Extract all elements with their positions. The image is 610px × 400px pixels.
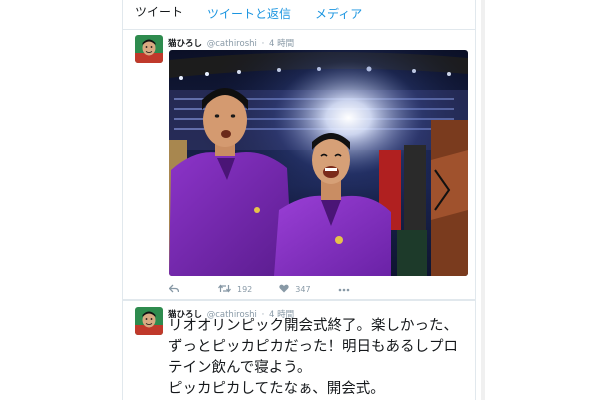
user-handle[interactable]: @cathiroshi xyxy=(207,39,257,49)
more-icon xyxy=(338,285,350,294)
like-icon xyxy=(279,284,289,295)
tweet-actions: 192 347 xyxy=(168,283,377,295)
reply-icon xyxy=(168,284,180,295)
display-name[interactable]: 猫ひろし xyxy=(168,39,202,49)
tab-tweets-and-replies[interactable]: ツイートと返信 xyxy=(207,5,301,29)
retweet-count: 192 xyxy=(237,284,253,294)
profile-timeline: ツイート ツイートと返信 メディア 猫ひろし @cathiroshi · 4 時… xyxy=(122,0,476,400)
page-divider xyxy=(481,0,485,400)
retweet-button[interactable]: 192 xyxy=(218,284,252,295)
retweet-icon xyxy=(218,284,231,295)
tab-media[interactable]: メディア xyxy=(315,5,372,29)
avatar[interactable] xyxy=(135,307,163,335)
tweet-photo[interactable] xyxy=(169,50,468,276)
separator: · xyxy=(261,39,265,49)
more-button[interactable] xyxy=(338,285,350,294)
profile-tabs: ツイート ツイートと返信 メディア xyxy=(123,0,475,30)
tweet-header: 猫ひろし @cathiroshi · 4 時間 xyxy=(168,37,294,49)
divider xyxy=(123,300,475,301)
like-button[interactable]: 347 xyxy=(279,284,311,295)
tab-tweets[interactable]: ツイート xyxy=(135,3,193,29)
tweet-timestamp[interactable]: 4 時間 xyxy=(269,39,294,49)
like-count: 347 xyxy=(295,284,311,294)
tweet-text: リオオリンピック開会式終了。楽しかった、ずっとピッカピカだった！明日もあるしプロ… xyxy=(168,318,458,397)
avatar[interactable] xyxy=(135,35,163,63)
reply-button[interactable] xyxy=(168,284,180,295)
